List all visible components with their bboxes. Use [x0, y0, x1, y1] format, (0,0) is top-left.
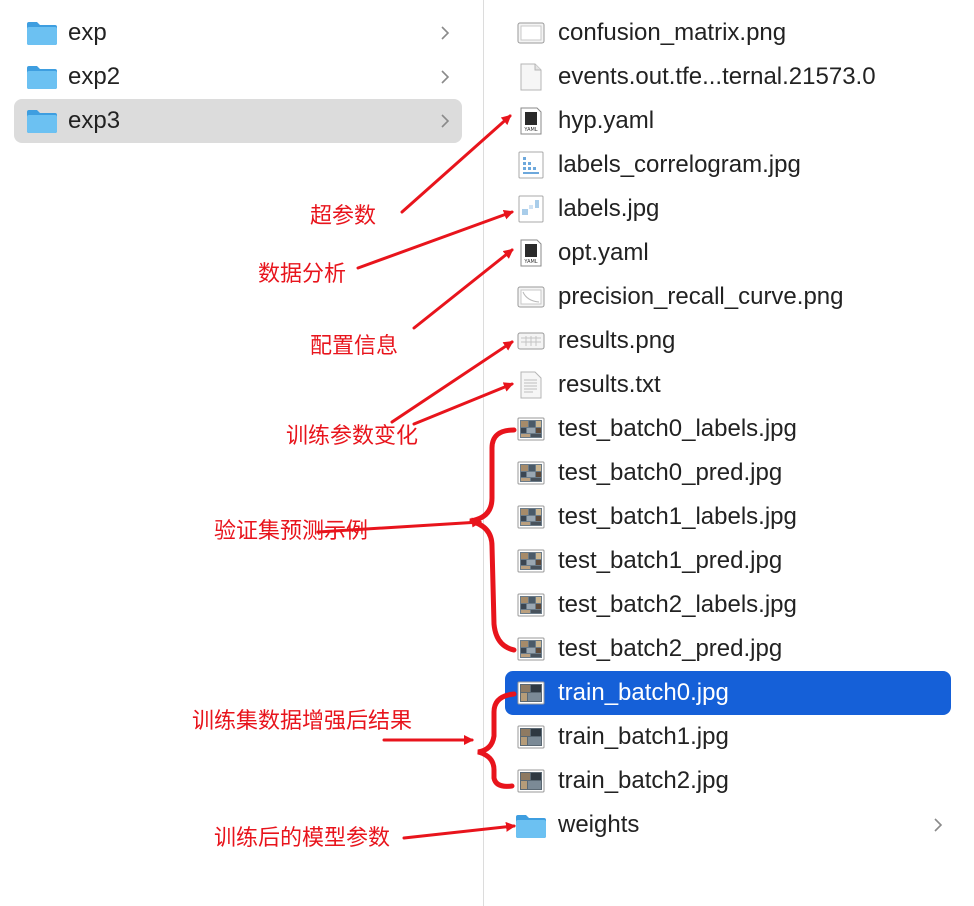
- file-label: test_batch1_pred.jpg: [558, 547, 783, 574]
- file-label: labels_correlogram.jpg: [558, 151, 801, 178]
- file-row[interactable]: confusion_matrix.png: [505, 11, 951, 55]
- folder-icon: [27, 110, 57, 133]
- file-label: test_batch0_labels.jpg: [558, 415, 797, 442]
- image-file-icon: [518, 195, 544, 223]
- photo-thumbnail-icon: [517, 725, 545, 749]
- file-label: train_batch0.jpg: [558, 679, 729, 706]
- file-label: hyp.yaml: [558, 107, 655, 134]
- image-file-icon: [517, 22, 545, 44]
- file-row[interactable]: YAML opt.yaml: [505, 231, 951, 275]
- file-row[interactable]: results.png: [505, 319, 951, 363]
- file-row[interactable]: train_batch2.jpg: [505, 759, 951, 803]
- file-label: confusion_matrix.png: [558, 19, 787, 46]
- file-row[interactable]: labels_correlogram.jpg: [505, 143, 951, 187]
- file-label: test_batch2_pred.jpg: [558, 635, 783, 662]
- file-row[interactable]: test_batch0_labels.jpg: [505, 407, 951, 451]
- chevron-right-icon: [441, 26, 450, 40]
- file-label: events.out.tfe...ternal.21573.0: [558, 63, 876, 90]
- file-row[interactable]: results.txt: [505, 363, 951, 407]
- folder-icon: [516, 815, 546, 838]
- folder-column: exp exp2 exp3: [0, 0, 483, 906]
- file-label: train_batch2.jpg: [558, 767, 729, 794]
- photo-thumbnail-icon: [517, 549, 545, 573]
- photo-thumbnail-icon: [517, 681, 545, 705]
- annotation-training-params-change: 训练参数变化: [286, 424, 419, 449]
- annotation-trained-model-params: 训练后的模型参数: [214, 826, 391, 851]
- file-row[interactable]: train_batch1.jpg: [505, 715, 951, 759]
- yaml-icon-text: YAML: [523, 127, 537, 133]
- text-file-icon: [520, 371, 542, 399]
- file-row[interactable]: precision_recall_curve.png: [505, 275, 951, 319]
- file-row[interactable]: test_batch1_pred.jpg: [505, 539, 951, 583]
- file-row[interactable]: YAML hyp.yaml: [505, 99, 951, 143]
- folder-row-exp[interactable]: exp: [14, 11, 462, 55]
- annotation-val-pred-examples: 验证集预测示例: [214, 519, 369, 544]
- yaml-file-icon: YAML: [520, 239, 542, 267]
- folder-icon: [27, 66, 57, 89]
- folder-row-exp2[interactable]: exp2: [14, 55, 462, 99]
- photo-thumbnail-icon: [517, 769, 545, 793]
- photo-thumbnail-icon: [517, 461, 545, 485]
- annotation-train-augment-results: 训练集数据增强后结果: [192, 709, 413, 734]
- yaml-icon-text: YAML: [523, 259, 537, 265]
- file-label: test_batch0_pred.jpg: [558, 459, 783, 486]
- image-file-icon: [517, 332, 545, 350]
- folder-row-exp3[interactable]: exp3: [14, 99, 462, 143]
- column-divider[interactable]: [483, 0, 484, 906]
- file-label: precision_recall_curve.png: [558, 283, 844, 310]
- file-row[interactable]: test_batch2_pred.jpg: [505, 627, 951, 671]
- file-row-weights-folder[interactable]: weights: [505, 803, 951, 847]
- chevron-right-icon: [441, 70, 450, 84]
- folder-label: exp3: [68, 107, 121, 134]
- file-row[interactable]: labels.jpg: [505, 187, 951, 231]
- blank-file-icon: [520, 63, 542, 91]
- file-label: test_batch1_labels.jpg: [558, 503, 797, 530]
- image-file-icon: [518, 151, 544, 179]
- photo-thumbnail-icon: [517, 505, 545, 529]
- file-row[interactable]: test_batch1_labels.jpg: [505, 495, 951, 539]
- folder-icon: [27, 22, 57, 45]
- file-row[interactable]: test_batch0_pred.jpg: [505, 451, 951, 495]
- file-label: train_batch1.jpg: [558, 723, 729, 750]
- file-label: weights: [558, 811, 640, 838]
- folder-label: exp: [68, 19, 107, 46]
- chevron-right-icon: [934, 818, 943, 832]
- file-row[interactable]: test_batch2_labels.jpg: [505, 583, 951, 627]
- file-label: test_batch2_labels.jpg: [558, 591, 797, 618]
- file-label: opt.yaml: [558, 239, 649, 266]
- photo-thumbnail-icon: [517, 593, 545, 617]
- folder-label: exp2: [68, 63, 121, 90]
- file-label: results.txt: [558, 371, 661, 398]
- annotation-hyperparams: 超参数: [310, 204, 377, 229]
- photo-thumbnail-icon: [517, 637, 545, 661]
- annotation-data-analysis: 数据分析: [258, 262, 347, 287]
- file-label: labels.jpg: [558, 195, 660, 222]
- chevron-right-icon: [441, 114, 450, 128]
- annotation-config-info: 配置信息: [310, 334, 399, 359]
- file-label: results.png: [558, 327, 676, 354]
- photo-thumbnail-icon: [517, 417, 545, 441]
- file-row-selected[interactable]: train_batch0.jpg: [505, 671, 951, 715]
- file-row[interactable]: events.out.tfe...ternal.21573.0: [505, 55, 951, 99]
- yaml-file-icon: YAML: [520, 107, 542, 135]
- image-file-icon: [517, 286, 545, 308]
